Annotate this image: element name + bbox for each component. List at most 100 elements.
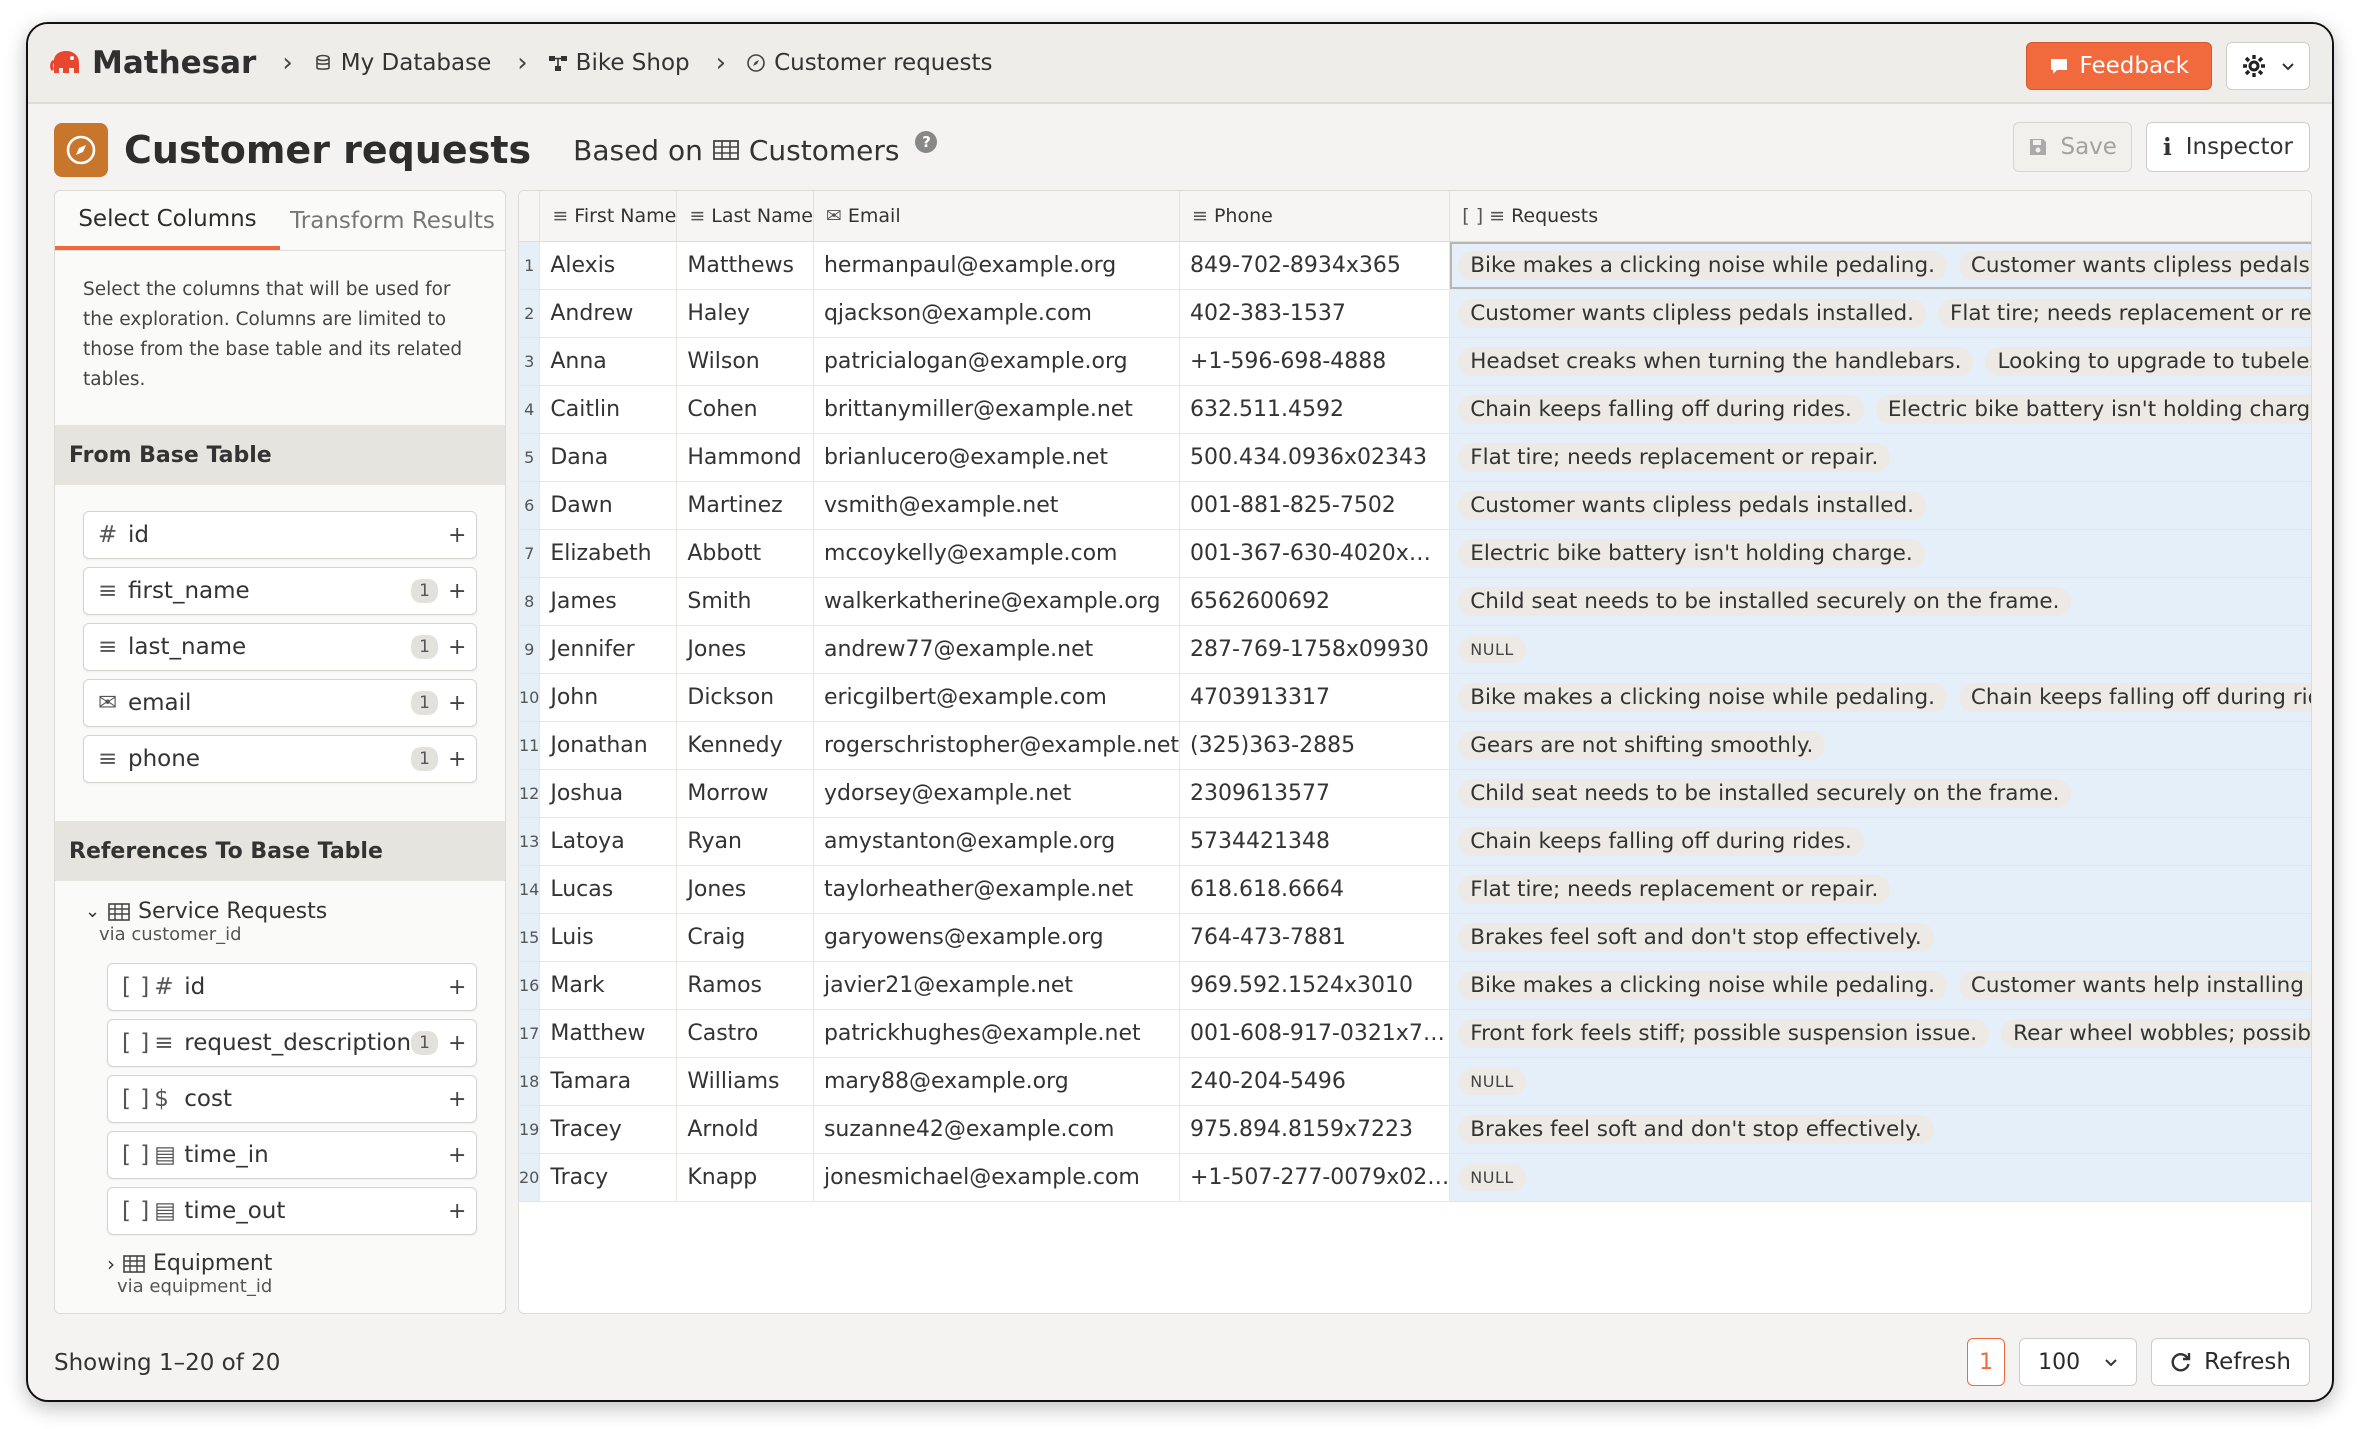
cell-phone[interactable]: 001-881-825-7502	[1179, 481, 1451, 530]
cell-phone[interactable]: 500.434.0936x02343	[1179, 433, 1451, 482]
cell-email[interactable]: mary88@example.org	[813, 1057, 1181, 1106]
cell-last-name[interactable]: Kennedy	[676, 721, 814, 770]
cell-email[interactable]: patrickhughes@example.net	[813, 1009, 1181, 1058]
cell-requests[interactable]: NULL	[1449, 625, 2311, 674]
cell-last-name[interactable]: Jones	[676, 625, 814, 674]
cell-phone[interactable]: +1-596-698-4888	[1179, 337, 1451, 386]
cell-email[interactable]: garyowens@example.org	[813, 913, 1181, 962]
column-item-time-out[interactable]: [ ] ▤ time_out +	[107, 1187, 477, 1235]
column-item-cost[interactable]: [ ] $ cost +	[107, 1075, 477, 1123]
page-number-button[interactable]: 1	[1967, 1338, 2006, 1386]
cell-phone[interactable]: 001-608-917-0321x7…	[1179, 1009, 1451, 1058]
tab-transform-results[interactable]: Transform Results	[280, 191, 505, 250]
add-column-icon[interactable]: +	[448, 1199, 466, 1224]
column-item-ref-id[interactable]: [ ] # id +	[107, 963, 477, 1011]
column-header-requests[interactable]: [ ] ≡ Requests	[1449, 191, 2311, 242]
add-column-icon[interactable]: +	[448, 635, 466, 660]
cell-phone[interactable]: 287-769-1758x09930	[1179, 625, 1451, 674]
cell-requests[interactable]: NULL	[1449, 1153, 2311, 1202]
cell-first-name[interactable]: Tracey	[539, 1105, 678, 1154]
add-column-icon[interactable]: +	[448, 579, 466, 604]
cell-phone[interactable]: 402-383-1537	[1179, 289, 1451, 338]
cell-last-name[interactable]: Dickson	[676, 673, 814, 722]
cell-first-name[interactable]: James	[539, 577, 678, 626]
cell-last-name[interactable]: Morrow	[676, 769, 814, 818]
cell-email[interactable]: suzanne42@example.com	[813, 1105, 1181, 1154]
cell-last-name[interactable]: Martinez	[676, 481, 814, 530]
cell-email[interactable]: ydorsey@example.net	[813, 769, 1181, 818]
cell-last-name[interactable]: Craig	[676, 913, 814, 962]
cell-requests[interactable]: Customer wants clipless pedals installed…	[1449, 289, 2311, 338]
cell-email[interactable]: taylorheather@example.net	[813, 865, 1181, 914]
cell-first-name[interactable]: Alexis	[539, 241, 678, 290]
cell-requests[interactable]: Customer wants clipless pedals installed…	[1449, 481, 2311, 530]
cell-phone[interactable]: 969.592.1524x3010	[1179, 961, 1451, 1010]
help-icon[interactable]: ?	[915, 131, 938, 153]
cell-phone[interactable]: 975.894.8159x7223	[1179, 1105, 1451, 1154]
cell-last-name[interactable]: Ryan	[676, 817, 814, 866]
cell-first-name[interactable]: Luis	[539, 913, 678, 962]
cell-requests[interactable]: Chain keeps falling off during rides.	[1449, 817, 2311, 866]
cell-email[interactable]: brianlucero@example.net	[813, 433, 1181, 482]
add-column-icon[interactable]: +	[448, 1143, 466, 1168]
cell-last-name[interactable]: Cohen	[676, 385, 814, 434]
cell-first-name[interactable]: Caitlin	[539, 385, 678, 434]
ref-table-toggle[interactable]: › Equipment	[107, 1251, 505, 1276]
ref-table-toggle[interactable]: ⌄ Service Requests	[85, 899, 505, 924]
cell-last-name[interactable]: Abbott	[676, 529, 814, 578]
cell-requests[interactable]: Child seat needs to be installed securel…	[1449, 577, 2311, 626]
cell-last-name[interactable]: Arnold	[676, 1105, 814, 1154]
cell-email[interactable]: mccoykelly@example.com	[813, 529, 1181, 578]
cell-email[interactable]: walkerkatherine@example.org	[813, 577, 1181, 626]
add-column-icon[interactable]: +	[448, 747, 466, 772]
cell-first-name[interactable]: Anna	[539, 337, 678, 386]
cell-email[interactable]: andrew77@example.net	[813, 625, 1181, 674]
cell-phone[interactable]: (325)363-2885	[1179, 721, 1451, 770]
cell-email[interactable]: vsmith@example.net	[813, 481, 1181, 530]
cell-requests[interactable]: Brakes feel soft and don't stop effectiv…	[1449, 913, 2311, 962]
cell-email[interactable]: hermanpaul@example.org	[813, 241, 1181, 290]
cell-first-name[interactable]: Jonathan	[539, 721, 678, 770]
cell-phone[interactable]: 2309613577	[1179, 769, 1451, 818]
save-button[interactable]: Save	[2013, 122, 2132, 172]
cell-email[interactable]: ericgilbert@example.com	[813, 673, 1181, 722]
cell-first-name[interactable]: Tracy	[539, 1153, 678, 1202]
cell-phone[interactable]: 240-204-5496	[1179, 1057, 1451, 1106]
cell-requests[interactable]: Headset creaks when turning the handleba…	[1449, 337, 2311, 386]
column-item-id[interactable]: # id +	[83, 511, 477, 559]
refresh-button[interactable]: Refresh	[2151, 1338, 2310, 1386]
cell-first-name[interactable]: Tamara	[539, 1057, 678, 1106]
cell-requests[interactable]: Electric bike battery isn't holding char…	[1449, 529, 2311, 578]
breadcrumb-database[interactable]: My Database	[313, 50, 491, 76]
add-column-icon[interactable]: +	[448, 975, 466, 1000]
cell-phone[interactable]: 618.618.6664	[1179, 865, 1451, 914]
column-item-last-name[interactable]: ≡ last_name 1 +	[83, 623, 477, 671]
cell-email[interactable]: javier21@example.net	[813, 961, 1181, 1010]
cell-email[interactable]: rogerschristopher@example.net	[813, 721, 1181, 770]
cell-last-name[interactable]: Haley	[676, 289, 814, 338]
cell-email[interactable]: amystanton@example.org	[813, 817, 1181, 866]
tab-select-columns[interactable]: Select Columns	[55, 191, 280, 250]
cell-first-name[interactable]: Lucas	[539, 865, 678, 914]
cell-last-name[interactable]: Smith	[676, 577, 814, 626]
cell-requests[interactable]: Flat tire; needs replacement or repair.	[1449, 865, 2311, 914]
cell-requests[interactable]: NULL	[1449, 1057, 2311, 1106]
feedback-button[interactable]: Feedback	[2026, 42, 2212, 90]
cell-first-name[interactable]: Mark	[539, 961, 678, 1010]
cell-last-name[interactable]: Castro	[676, 1009, 814, 1058]
cell-first-name[interactable]: Dana	[539, 433, 678, 482]
cell-phone[interactable]: 6562600692	[1179, 577, 1451, 626]
settings-menu-button[interactable]	[2226, 42, 2310, 90]
cell-phone[interactable]: 001-367-630-4020x…	[1179, 529, 1451, 578]
cell-requests[interactable]: Flat tire; needs replacement or repair.	[1449, 433, 2311, 482]
cell-requests[interactable]: Bike makes a clicking noise while pedali…	[1449, 673, 2311, 722]
cell-first-name[interactable]: Jennifer	[539, 625, 678, 674]
cell-first-name[interactable]: Dawn	[539, 481, 678, 530]
cell-phone[interactable]: 764-473-7881	[1179, 913, 1451, 962]
breadcrumb-exploration[interactable]: Customer requests	[746, 50, 993, 76]
cell-first-name[interactable]: John	[539, 673, 678, 722]
cell-last-name[interactable]: Knapp	[676, 1153, 814, 1202]
cell-requests[interactable]: Bike makes a clicking noise while pedali…	[1449, 241, 2311, 290]
cell-email[interactable]: jonesmichael@example.com	[813, 1153, 1181, 1202]
cell-requests[interactable]: Child seat needs to be installed securel…	[1449, 769, 2311, 818]
